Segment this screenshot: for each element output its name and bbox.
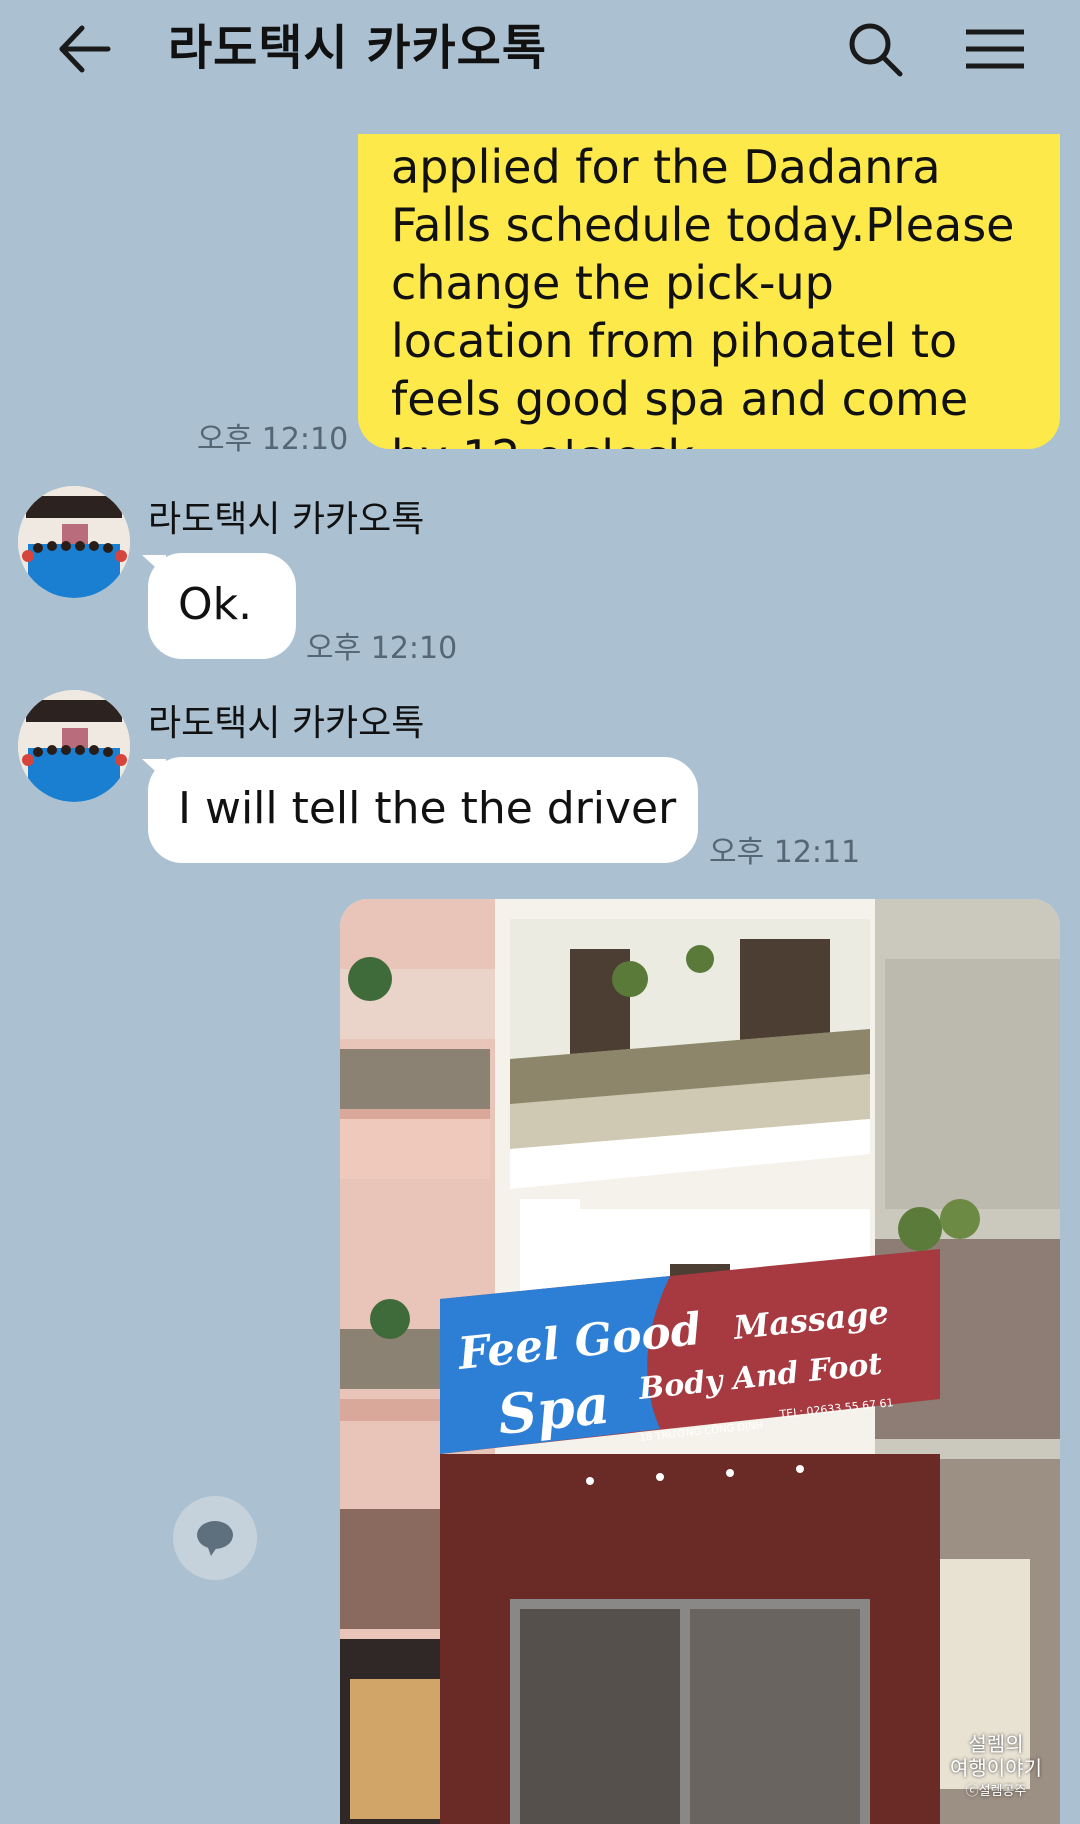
watermark-line: 설렘의: [968, 1732, 1024, 1756]
back-button[interactable]: [50, 14, 120, 84]
sender-name: 라도택시 카카오톡: [148, 703, 425, 744]
sender-name: 라도택시 카카오톡: [148, 499, 425, 540]
watermark-line: ⓒ설렘공주: [965, 1784, 1027, 1799]
avatar-photo: [18, 486, 130, 598]
chat-header: 라도택시 카카오톡: [0, 0, 1080, 100]
avatar-photo: [18, 690, 130, 802]
watermark-line: 여행이야기: [950, 1756, 1042, 1780]
message-time: 오후 12:11: [709, 835, 861, 870]
photo-watermark: 설렘의 여행이야기 ⓒ설렘공주: [950, 1732, 1042, 1804]
message-time: 오후 12:10: [306, 631, 458, 666]
photo-message[interactable]: Feel Good Spa Massage Body And Foot TEL:…: [340, 899, 1060, 1824]
share-button[interactable]: [173, 1496, 257, 1580]
menu-button[interactable]: [960, 14, 1030, 84]
my-message-bubble[interactable]: ... applied for the Dadanra Falls schedu…: [358, 134, 1060, 449]
sender-avatar[interactable]: [18, 486, 130, 598]
message-time: 오후 12:10: [197, 422, 349, 457]
chat-title: 라도택시 카카오톡: [168, 20, 547, 76]
search-icon: [849, 23, 903, 77]
message-text: Ok.: [178, 579, 253, 630]
their-message-bubble[interactable]: I will tell the the driver: [148, 757, 698, 863]
arrow-left-icon: [59, 25, 111, 73]
hamburger-menu-icon: [966, 29, 1024, 69]
their-message-bubble[interactable]: Ok.: [148, 553, 296, 659]
search-button[interactable]: [840, 14, 910, 84]
storefront-photo: Feel Good Spa Massage Body And Foot TEL:…: [340, 899, 1060, 1824]
message-text: I will tell the the driver: [178, 783, 677, 834]
message-text: applied for the Dadanra Falls schedule t…: [391, 140, 1015, 449]
sender-avatar[interactable]: [18, 690, 130, 802]
sign-text-spa: Spa: [495, 1372, 613, 1447]
speech-bubble-icon: [197, 1521, 233, 1556]
